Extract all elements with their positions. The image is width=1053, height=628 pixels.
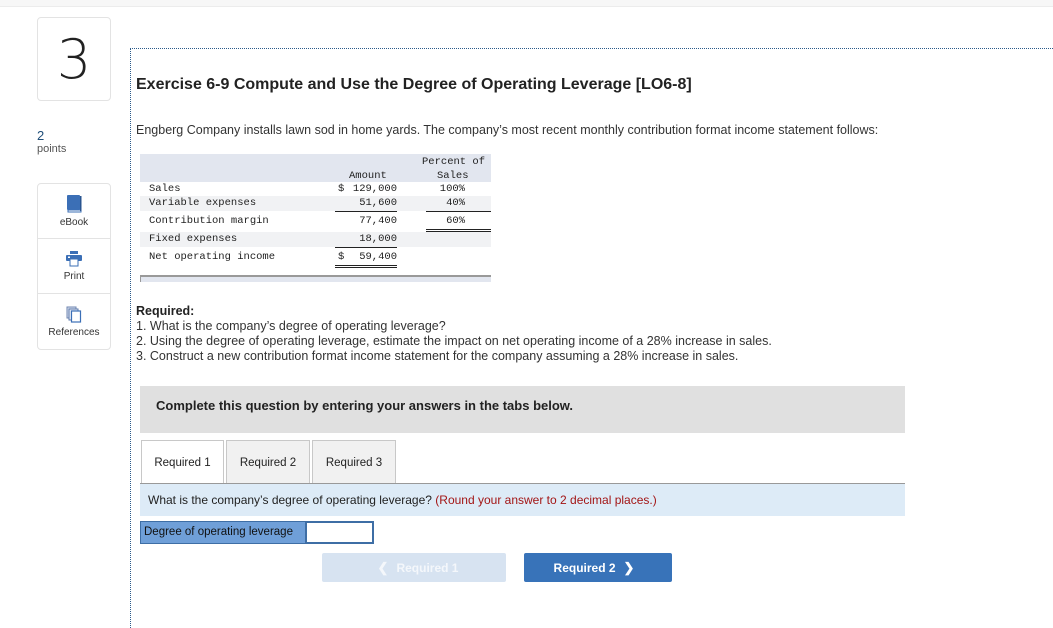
chevron-left-icon: ❮ bbox=[377, 559, 389, 575]
row-dollar: $ bbox=[338, 251, 345, 263]
table-row-variable-expenses: Variable expenses 51,600 40% bbox=[140, 196, 491, 211]
subtotal-rule bbox=[335, 211, 397, 212]
prompt-text: What is the company’s degree of operatin… bbox=[148, 493, 657, 507]
required-item: 3. Construct a new contribution format i… bbox=[136, 349, 739, 363]
next-label: Required 2 bbox=[553, 560, 616, 575]
table-row-fixed-expenses: Fixed expenses 18,000 bbox=[140, 232, 491, 247]
prompt-question: What is the company’s degree of operatin… bbox=[148, 493, 432, 507]
answer-row: Degree of operating leverage bbox=[140, 521, 374, 544]
row-percent: 60% bbox=[446, 215, 465, 227]
next-required-button[interactable]: Required 2 ❯ bbox=[524, 553, 672, 582]
row-dollar: $ bbox=[338, 183, 345, 195]
tools-panel: eBook Print References bbox=[37, 183, 111, 350]
total-double-rule bbox=[335, 265, 397, 266]
row-percent: 100% bbox=[439, 183, 465, 195]
references-button[interactable]: References bbox=[38, 294, 110, 349]
subtotal-rule bbox=[335, 247, 397, 248]
table-row-contribution-margin: Contribution margin 77,400 60% bbox=[140, 214, 491, 229]
total-double-rule bbox=[335, 267, 397, 268]
printer-icon bbox=[66, 250, 82, 267]
copy-pages-icon bbox=[66, 306, 82, 323]
table-row-sales: Sales $ 129,000 100% bbox=[140, 182, 491, 197]
required-heading: Required: bbox=[136, 304, 195, 318]
row-amount: 51,600 bbox=[359, 197, 397, 209]
top-bar bbox=[0, 0, 1053, 7]
table-row-net-operating-income: Net operating income $ 59,400 bbox=[140, 250, 491, 265]
points-label: points bbox=[37, 143, 67, 155]
row-amount: 129,000 bbox=[352, 183, 397, 195]
tab-required-2[interactable]: Required 2 bbox=[226, 440, 310, 484]
degree-of-operating-leverage-input[interactable] bbox=[306, 521, 374, 544]
question-prompt: What is the company’s degree of operatin… bbox=[140, 483, 905, 516]
print-button[interactable]: Print bbox=[38, 239, 110, 294]
answer-label: Degree of operating leverage bbox=[140, 521, 306, 544]
required-section: Required: 1. What is the company’s degre… bbox=[136, 304, 772, 364]
book-icon bbox=[66, 194, 82, 213]
subtotal-rule bbox=[426, 211, 491, 212]
row-label: Contribution margin bbox=[149, 215, 269, 227]
header-percent-line2: Sales bbox=[437, 170, 469, 182]
income-statement-table: Percent of Sales Amount Sales $ 129,000 … bbox=[140, 154, 491, 282]
required-item: 1. What is the company’s degree of opera… bbox=[136, 319, 446, 333]
row-percent: 40% bbox=[446, 197, 465, 209]
row-amount: 18,000 bbox=[359, 233, 397, 245]
ebook-label: eBook bbox=[59, 216, 89, 228]
chevron-right-icon: ❯ bbox=[623, 559, 635, 575]
row-label: Variable expenses bbox=[149, 197, 257, 209]
print-label: Print bbox=[63, 270, 85, 282]
table-footer bbox=[140, 275, 491, 282]
question-number: 3 bbox=[37, 17, 111, 101]
prev-label: Required 1 bbox=[396, 560, 459, 575]
instructions-banner: Complete this question by entering your … bbox=[140, 386, 905, 433]
tab-required-3[interactable]: Required 3 bbox=[312, 440, 396, 484]
exercise-intro: Engberg Company installs lawn sod in hom… bbox=[136, 123, 879, 137]
prev-required-button[interactable]: ❮ Required 1 bbox=[322, 553, 506, 582]
header-amount: Amount bbox=[349, 170, 387, 182]
prompt-hint: (Round your answer to 2 decimal places.) bbox=[435, 493, 657, 507]
instructions-text: Complete this question by entering your … bbox=[156, 398, 574, 413]
row-label: Fixed expenses bbox=[149, 233, 238, 245]
row-label: Net operating income bbox=[149, 251, 276, 263]
references-label: References bbox=[48, 326, 100, 338]
exercise-title: Exercise 6-9 Compute and Use the Degree … bbox=[136, 76, 692, 93]
header-percent-line1: Percent of bbox=[422, 156, 486, 168]
ebook-button[interactable]: eBook bbox=[38, 184, 110, 239]
total-double-rule bbox=[426, 229, 491, 230]
row-amount: 77,400 bbox=[359, 215, 397, 227]
points-display: 2 points bbox=[37, 128, 66, 156]
tab-required-1[interactable]: Required 1 bbox=[141, 440, 224, 485]
points-value: 2 bbox=[37, 128, 45, 143]
row-amount: 59,400 bbox=[359, 251, 397, 263]
required-item: 2. Using the degree of operating leverag… bbox=[136, 334, 772, 348]
row-label: Sales bbox=[149, 183, 181, 195]
